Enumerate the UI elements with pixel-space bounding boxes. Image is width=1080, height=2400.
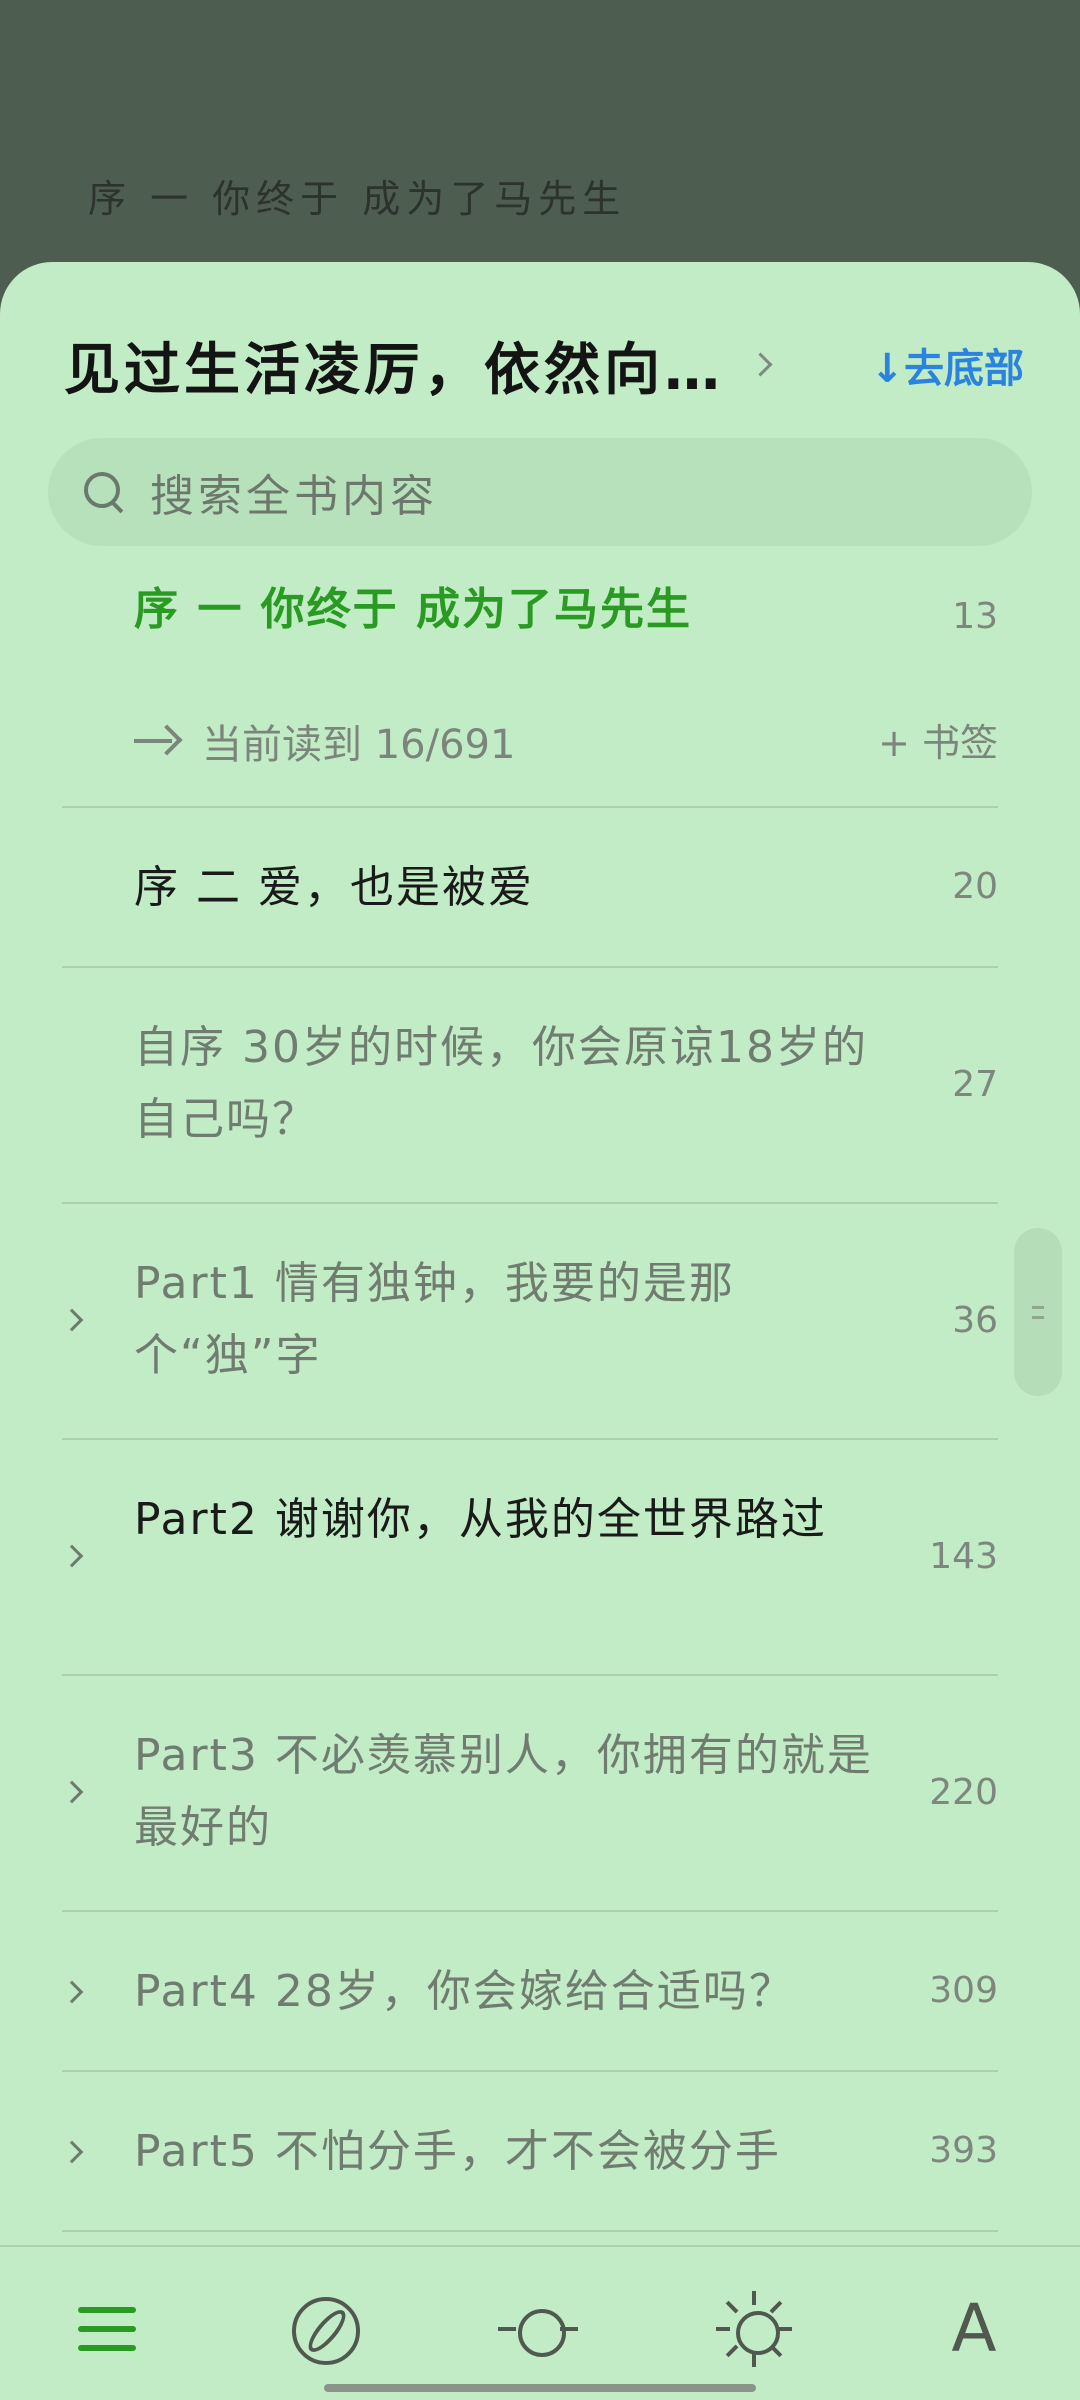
chapter-row[interactable]: Part3 不必羡慕别人，你拥有的就是最好的 220 bbox=[62, 1676, 998, 1912]
search-placeholder: 搜索全书内容 bbox=[150, 471, 438, 522]
search-icon bbox=[82, 470, 126, 514]
search-input[interactable]: 搜索全书内容 bbox=[48, 438, 1032, 546]
arrow-right-icon bbox=[134, 726, 178, 756]
chapter-page: 393 bbox=[929, 2130, 998, 2171]
chevron-right-icon[interactable] bbox=[64, 1308, 86, 1330]
chapter-row[interactable]: Part4 28岁，你会嫁给合适吗？ 309 bbox=[62, 1912, 998, 2072]
chapter-page: 20 bbox=[952, 866, 998, 907]
font-settings-icon[interactable]: A bbox=[934, 2289, 1014, 2369]
current-chapter-row[interactable]: 序 一 你终于 成为了马先生 13 当前读到 16/691 + 书签 bbox=[62, 562, 998, 808]
chapter-row[interactable]: Part1 情有独钟，我要的是那个“独”字 36 bbox=[62, 1204, 998, 1440]
chapter-title: Part5 不怕分手，才不会被分手 bbox=[134, 2126, 781, 2177]
chapter-title: Part1 情有独钟，我要的是那个“独”字 bbox=[134, 1258, 735, 1381]
background-chapter-title: 序 一 你终于 成为了马先生 bbox=[88, 177, 627, 221]
home-indicator[interactable] bbox=[324, 2384, 756, 2392]
book-title[interactable]: 见过生活凌厉，依然向… bbox=[64, 325, 724, 406]
chapter-list: 序 一 你终于 成为了马先生 13 当前读到 16/691 + 书签 序 二 爱… bbox=[0, 562, 1080, 2232]
chapter-page: 143 bbox=[929, 1536, 998, 1577]
chapter-page: 36 bbox=[952, 1300, 998, 1341]
chapter-title: 自序 30岁的时候，你会原谅18岁的自己吗？ bbox=[134, 1022, 868, 1145]
chevron-right-icon[interactable] bbox=[64, 1544, 86, 1566]
current-chapter-page: 13 bbox=[952, 596, 998, 637]
bottom-toolbar: A bbox=[0, 2245, 1080, 2400]
reading-progress-label: 当前读到 16/691 bbox=[202, 722, 516, 768]
menu-icon[interactable] bbox=[68, 2289, 148, 2369]
chapter-page: 309 bbox=[929, 1970, 998, 2011]
chapter-row[interactable]: Part2 谢谢你，从我的全世界路过 143 bbox=[62, 1440, 998, 1676]
chapter-row[interactable]: Part5 不怕分手，才不会被分手 393 bbox=[62, 2072, 998, 2232]
add-bookmark-button[interactable]: + 书签 bbox=[878, 712, 998, 767]
chapter-title: 序 二 爱，也是被爱 bbox=[134, 862, 534, 913]
chapter-title: Part2 谢谢你，从我的全世界路过 bbox=[134, 1494, 827, 1545]
chapter-title: Part4 28岁，你会嫁给合适吗？ bbox=[134, 1966, 795, 2017]
table-of-contents-sheet: 见过生活凌厉，依然向… ↓去底部 搜索全书内容 序 一 你终于 成为了马先生 1… bbox=[0, 262, 1080, 2400]
night-mode-icon[interactable] bbox=[498, 2289, 578, 2369]
chapter-row[interactable]: 序 二 爱，也是被爱 20 bbox=[62, 808, 998, 968]
scroll-handle[interactable] bbox=[1014, 1228, 1062, 1396]
chevron-right-icon[interactable] bbox=[64, 1780, 86, 1802]
chapter-row[interactable]: 自序 30岁的时候，你会原谅18岁的自己吗？ 27 bbox=[62, 968, 998, 1204]
chapter-title: Part3 不必羡慕别人，你拥有的就是最好的 bbox=[134, 1730, 873, 1853]
chevron-right-icon[interactable] bbox=[64, 1980, 86, 2002]
go-to-bottom-button[interactable]: ↓去底部 bbox=[870, 336, 1024, 394]
chevron-right-icon[interactable] bbox=[748, 350, 778, 380]
reading-progress: 当前读到 16/691 bbox=[134, 712, 515, 770]
chapter-page: 27 bbox=[952, 1064, 998, 1105]
chevron-right-icon[interactable] bbox=[64, 2140, 86, 2162]
chapter-page: 220 bbox=[929, 1772, 998, 1813]
compass-icon[interactable] bbox=[284, 2289, 364, 2369]
toc-header: 见过生活凌厉，依然向… ↓去底部 bbox=[64, 320, 1024, 410]
brightness-icon[interactable] bbox=[714, 2289, 794, 2369]
current-chapter-title: 序 一 你终于 成为了马先生 bbox=[134, 584, 692, 635]
